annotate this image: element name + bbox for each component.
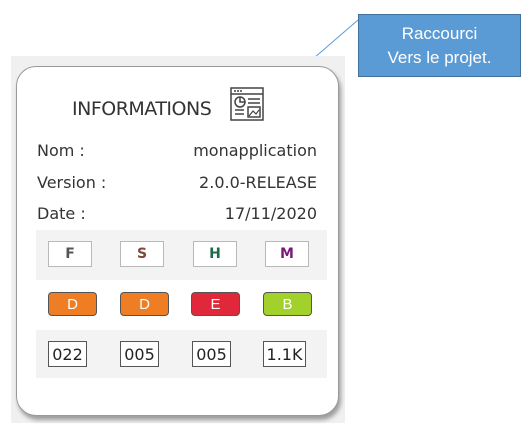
metric-letter-m: M (265, 241, 309, 267)
count-value-h: 005 (192, 341, 231, 367)
dashboard-report-icon[interactable] (229, 86, 265, 122)
metric-letter-h: H (193, 241, 237, 267)
metric-letter-s: S (120, 241, 164, 267)
count-value-f: 022 (48, 341, 87, 367)
date-label: Date : (37, 204, 86, 223)
date-value: 17/11/2020 (224, 204, 317, 223)
metric-letter-f: F (48, 241, 92, 267)
grade-badge-m: B (263, 292, 312, 316)
card-title: INFORMATIONS (72, 98, 212, 120)
count-value-m: 1.1K (263, 341, 306, 367)
version-label: Version : (37, 173, 107, 192)
name-label: Nom : (37, 141, 85, 160)
version-value: 2.0.0-RELEASE (199, 173, 317, 192)
count-value-s: 005 (120, 341, 159, 367)
grade-badge-s: D (120, 292, 169, 316)
shortcut-callout: Raccourci Vers le projet. (358, 14, 521, 77)
grade-badge-f: D (48, 292, 97, 316)
callout-line-1: Raccourci (401, 23, 478, 43)
name-value: monapplication (193, 141, 317, 160)
grade-badge-h: E (191, 292, 240, 316)
callout-line-2: Vers le projet. (387, 47, 492, 67)
